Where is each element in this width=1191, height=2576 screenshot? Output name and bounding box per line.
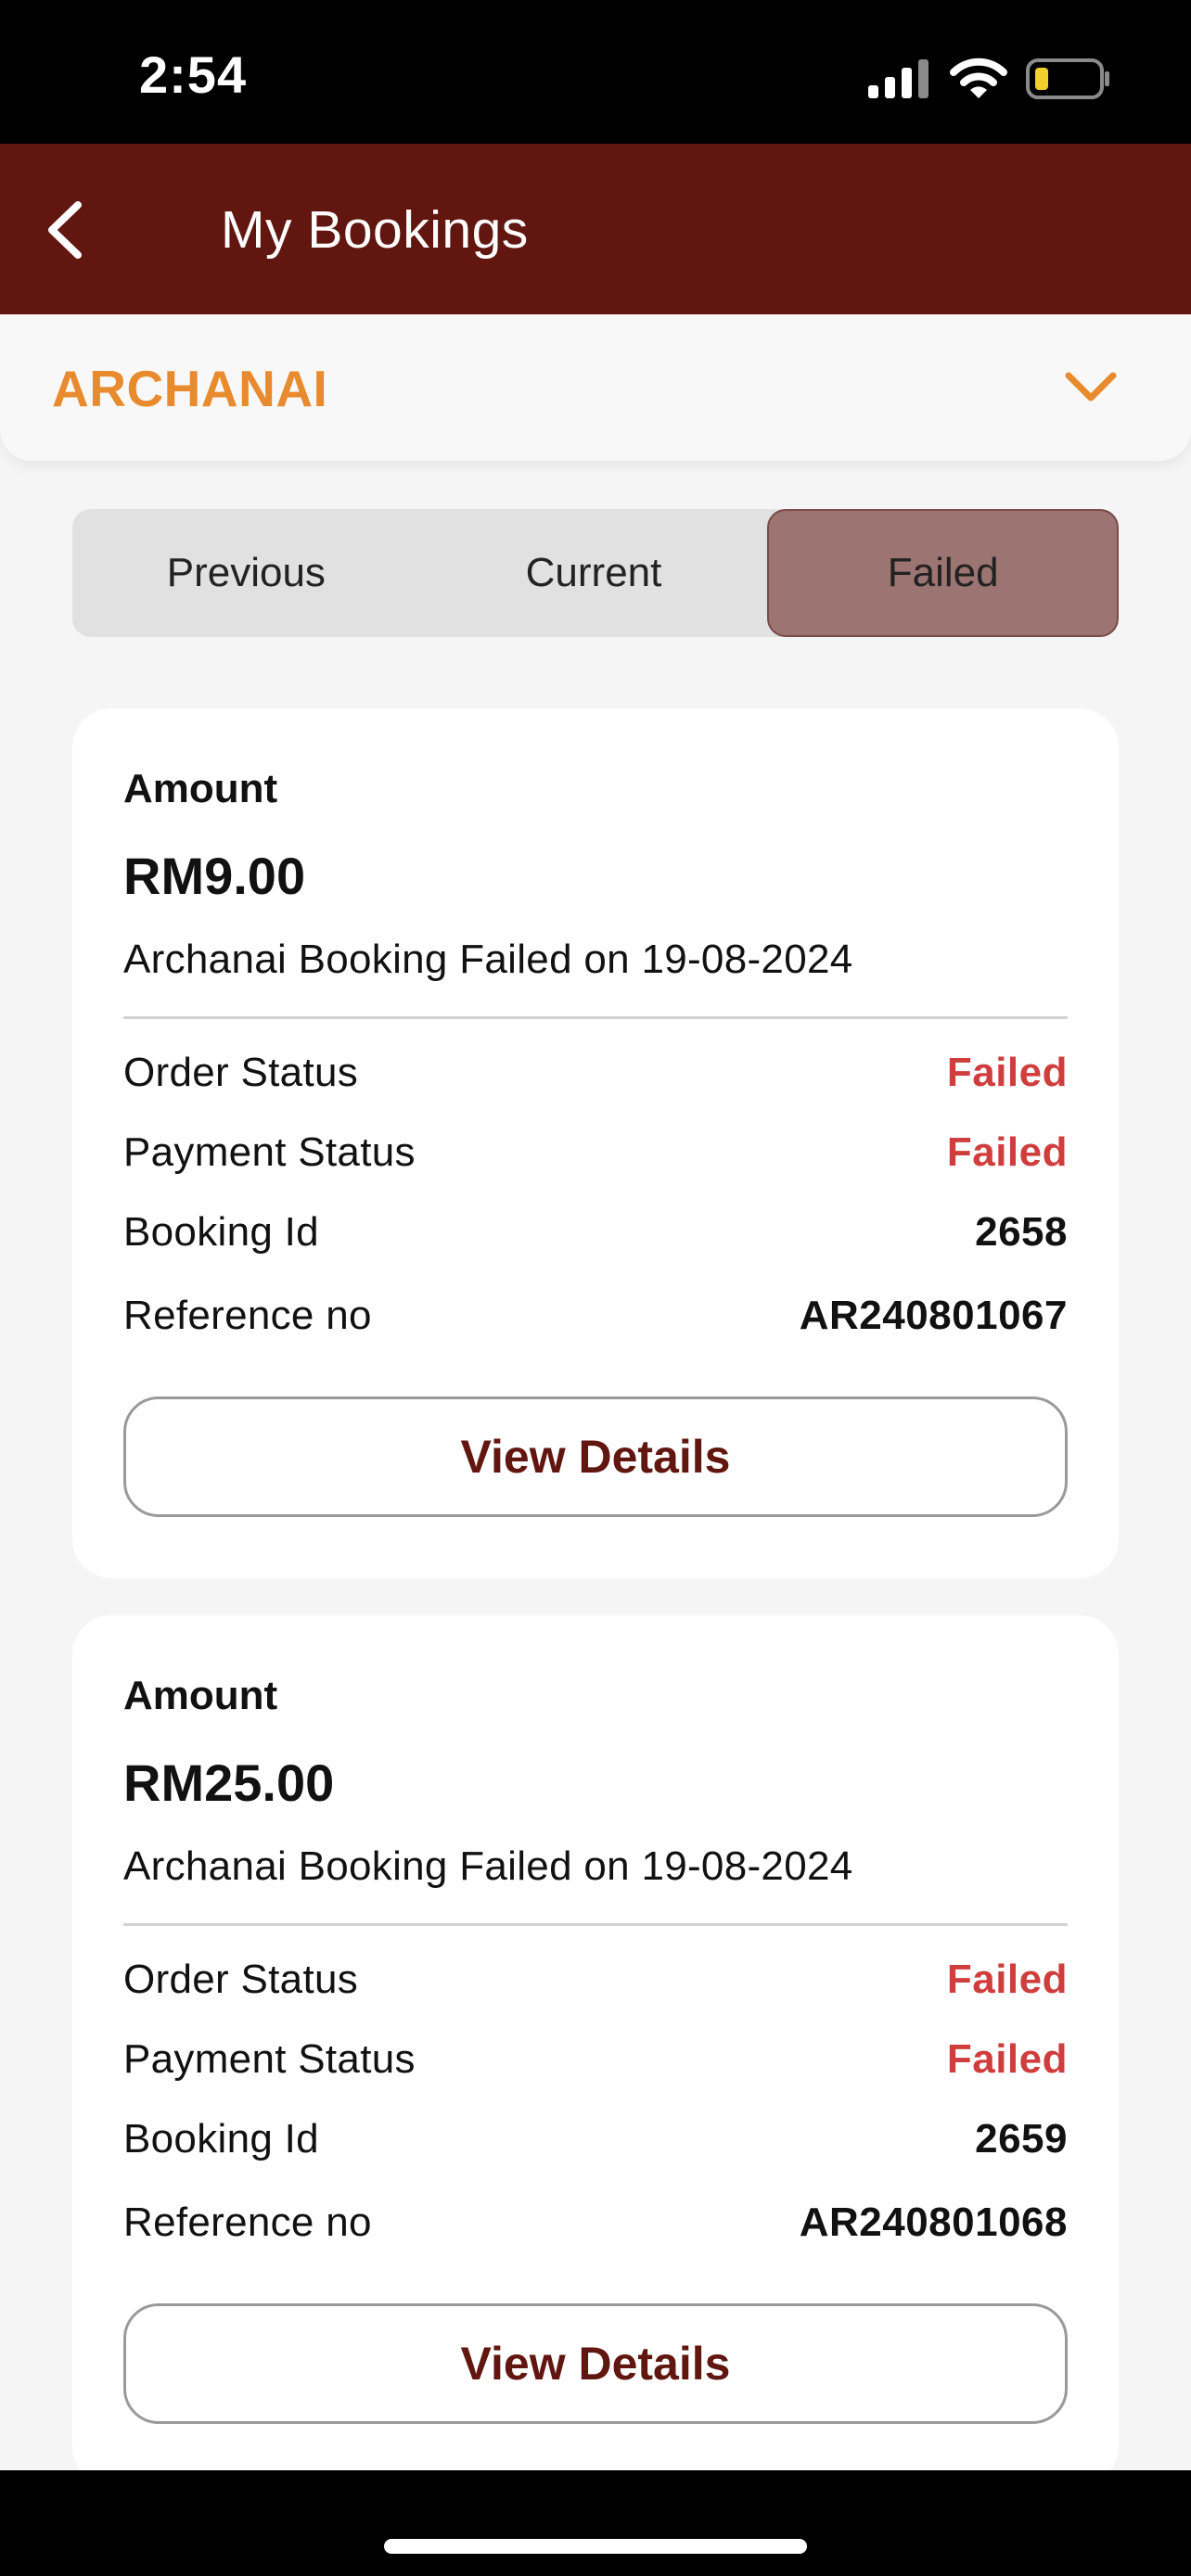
- status-time: 2:54: [139, 45, 248, 104]
- payment-status-value: Failed: [946, 1129, 1068, 1175]
- view-details-button[interactable]: View Details: [123, 2303, 1068, 2424]
- row-label: Order Status: [123, 1957, 359, 2002]
- reference-no-value: AR240801067: [799, 1293, 1068, 1338]
- view-details-button[interactable]: View Details: [123, 1396, 1068, 1517]
- order-status-value: Failed: [946, 1957, 1068, 2002]
- tab-previous[interactable]: Previous: [72, 509, 420, 637]
- row-label: Payment Status: [123, 1129, 416, 1175]
- page-title: My Bookings: [221, 200, 529, 260]
- tab-current[interactable]: Current: [420, 509, 768, 637]
- status-bar: 2:54: [0, 0, 1191, 144]
- booking-id-value: 2658: [975, 1209, 1068, 1255]
- row-label: Payment Status: [123, 2036, 416, 2082]
- category-dropdown[interactable]: ARCHANAI: [0, 314, 1191, 461]
- amount-value: RM25.00: [123, 1753, 335, 1812]
- amount-value: RM9.00: [123, 847, 306, 905]
- row-label: Booking Id: [123, 2116, 319, 2162]
- signal-icon: [868, 59, 928, 98]
- chevron-down-icon: [1065, 372, 1117, 402]
- row-label: Booking Id: [123, 1209, 319, 1255]
- booking-description: Archanai Booking Failed on 19-08-2024: [123, 1843, 853, 1889]
- booking-id-row: Booking Id 2658: [123, 1209, 1068, 1265]
- order-status-row: Order Status Failed: [123, 1050, 1068, 1105]
- app-header: My Bookings: [0, 144, 1191, 314]
- booking-card: Amount RM25.00 Archanai Booking Failed o…: [72, 1615, 1119, 2485]
- divider: [123, 1016, 1068, 1019]
- divider: [123, 1923, 1068, 1926]
- amount-label: Amount: [123, 766, 278, 811]
- row-label: Reference no: [123, 1293, 372, 1338]
- payment-status-row: Payment Status Failed: [123, 2036, 1068, 2092]
- reference-no-row: Reference no AR240801068: [123, 2200, 1068, 2255]
- booking-description: Archanai Booking Failed on 19-08-2024: [123, 937, 853, 982]
- booking-tabs: Previous Current Failed: [72, 509, 1120, 637]
- booking-id-value: 2659: [975, 2116, 1068, 2162]
- booking-card: Amount RM9.00 Archanai Booking Failed on…: [72, 708, 1119, 1578]
- category-label: ARCHANAI: [52, 360, 328, 417]
- chevron-left-icon[interactable]: [43, 198, 89, 262]
- payment-status-value: Failed: [946, 2036, 1068, 2082]
- payment-status-row: Payment Status Failed: [123, 1129, 1068, 1185]
- reference-no-row: Reference no AR240801067: [123, 1293, 1068, 1348]
- order-status-value: Failed: [946, 1050, 1068, 1095]
- order-status-row: Order Status Failed: [123, 1957, 1068, 2012]
- row-label: Reference no: [123, 2200, 372, 2245]
- tab-failed[interactable]: Failed: [767, 509, 1120, 637]
- amount-label: Amount: [123, 1673, 278, 1718]
- home-indicator[interactable]: [384, 2539, 807, 2554]
- row-label: Order Status: [123, 1050, 359, 1095]
- battery-icon: [1026, 58, 1109, 99]
- home-bar: [0, 2470, 1191, 2576]
- reference-no-value: AR240801068: [799, 2200, 1068, 2245]
- booking-id-row: Booking Id 2659: [123, 2116, 1068, 2172]
- wifi-icon: [950, 57, 1007, 98]
